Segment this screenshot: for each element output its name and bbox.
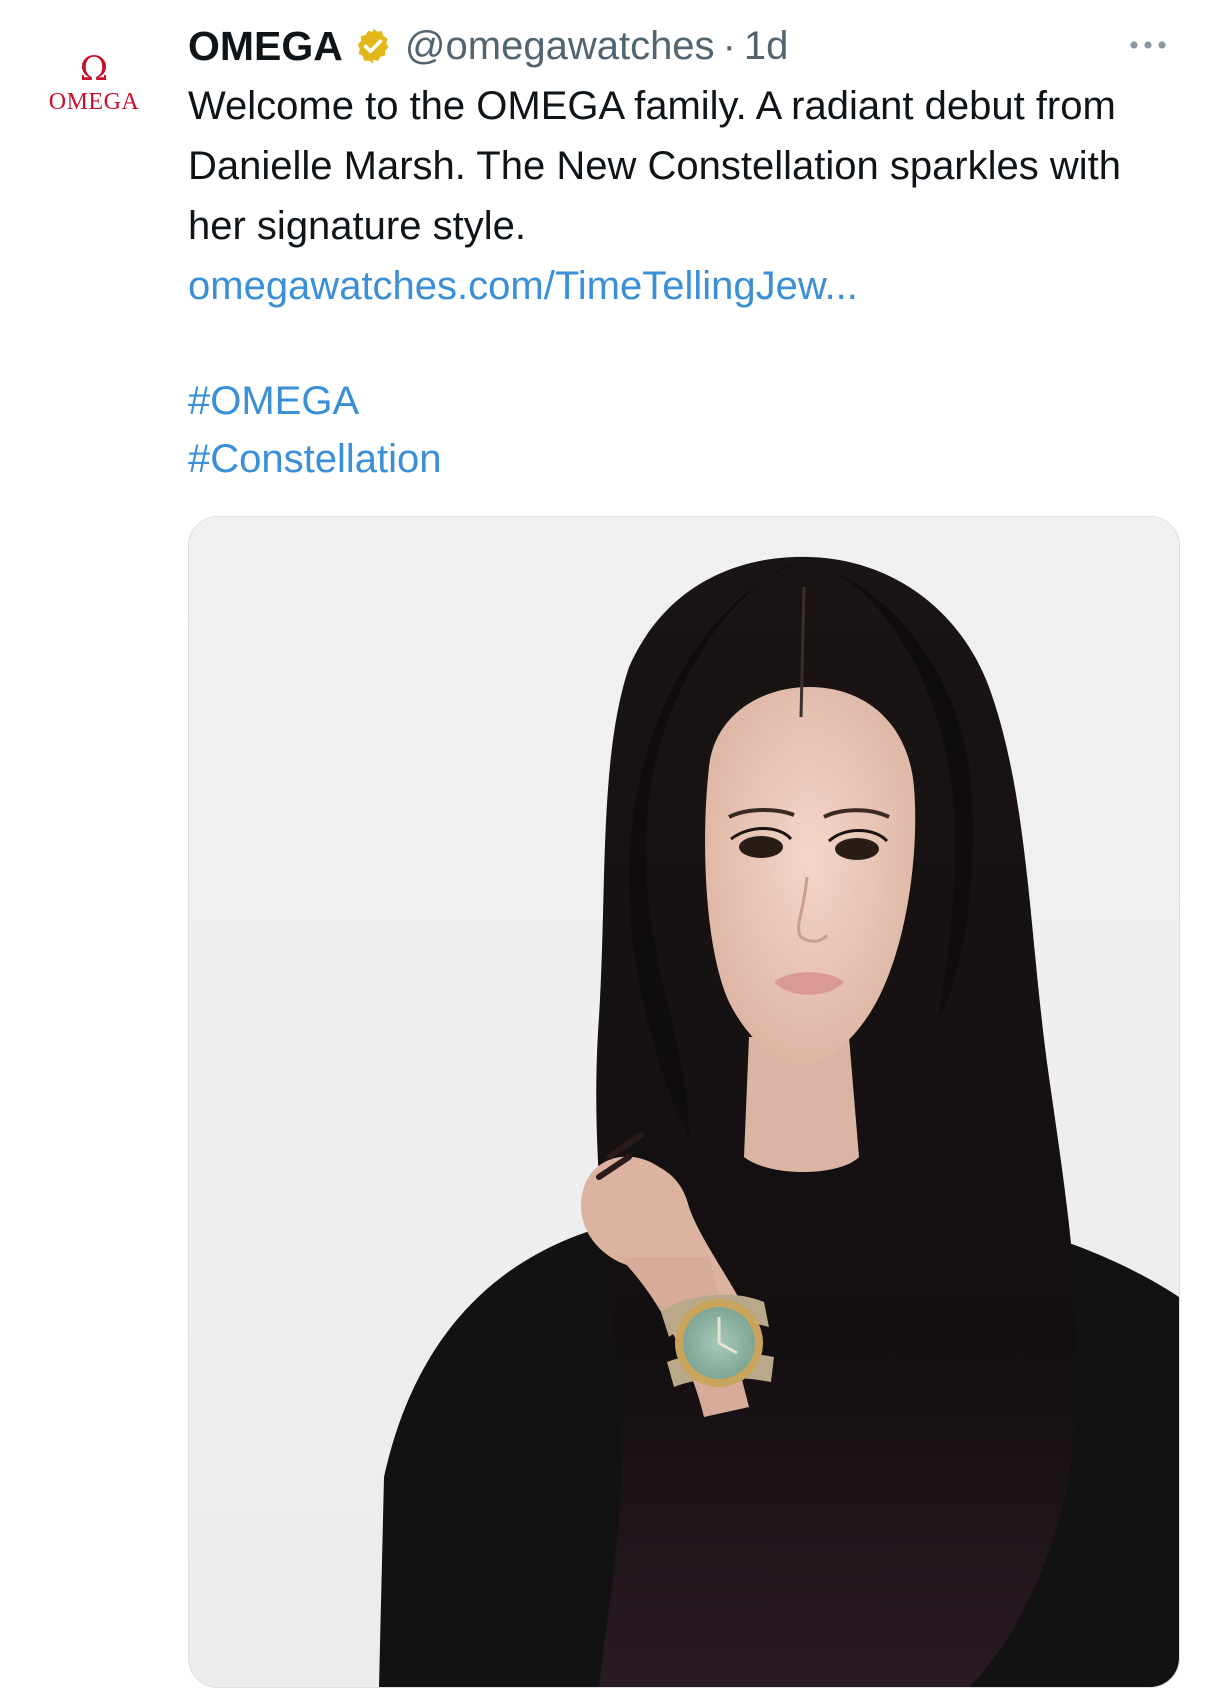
separator-dot: ·: [722, 23, 736, 68]
hashtag-constellation[interactable]: #Constellation: [188, 430, 442, 488]
omega-logo-word: OMEGA: [48, 89, 140, 115]
more-button[interactable]: [1120, 30, 1176, 60]
hashtag-list: #OMEGA #Constellation: [188, 372, 442, 488]
omega-avatar[interactable]: Ω OMEGA: [28, 52, 160, 128]
tweet-text: Welcome to the OMEGA family. A radiant d…: [188, 76, 1178, 316]
tweet-body: Welcome to the OMEGA family. A radiant d…: [188, 84, 1122, 248]
verified-badge-icon: [353, 26, 393, 66]
handle[interactable]: @omegawatches: [405, 24, 715, 69]
display-name[interactable]: OMEGA: [188, 23, 343, 70]
tweet-header: OMEGA @omegawatches · 1d: [188, 18, 788, 74]
tweet[interactable]: Ω OMEGA OMEGA @omegawatches · 1d Welcome…: [0, 0, 1205, 1688]
portrait-photo: [189, 517, 1179, 1687]
omega-logo-symbol: Ω: [79, 49, 109, 89]
hashtag-omega[interactable]: #OMEGA: [188, 372, 442, 430]
more-horizontal-icon: [1130, 41, 1166, 49]
tweet-media-image[interactable]: [188, 516, 1180, 1688]
timestamp[interactable]: 1d: [744, 24, 789, 69]
tweet-link[interactable]: omegawatches.com/TimeTellingJew...: [188, 256, 1178, 316]
